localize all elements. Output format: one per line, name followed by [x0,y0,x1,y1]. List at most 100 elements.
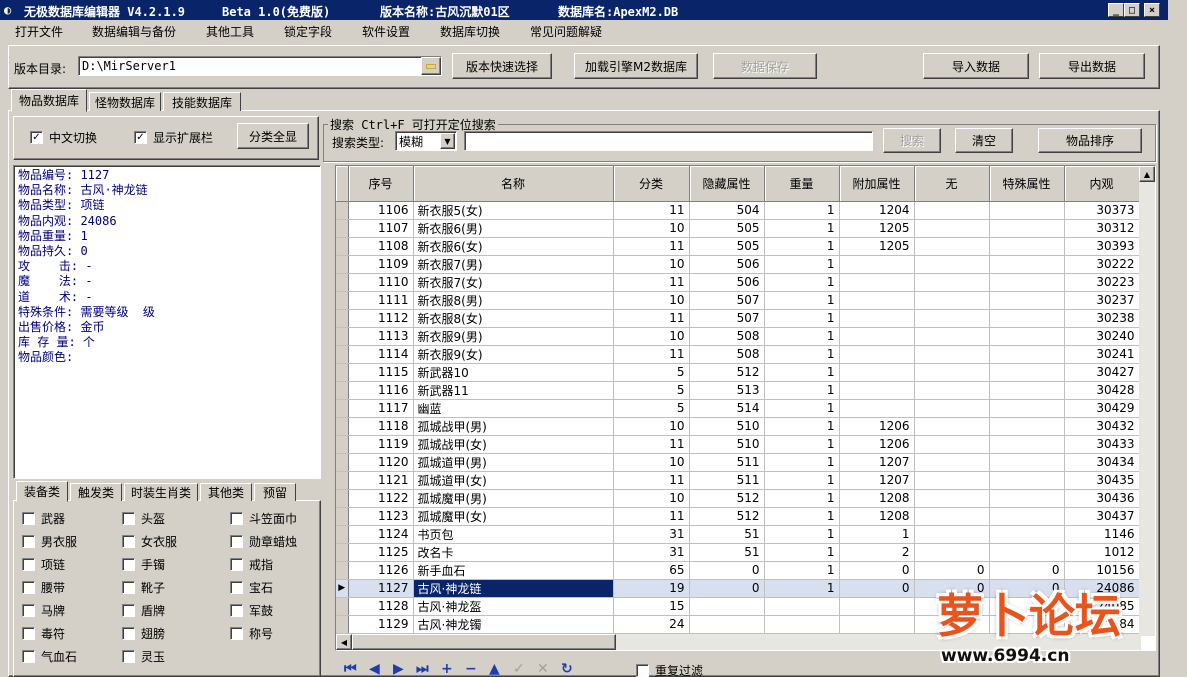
table-cell[interactable]: 512 [689,363,765,382]
search-type-select[interactable]: 模糊 ▼ [395,131,457,151]
table-cell[interactable] [914,381,990,400]
table-cell[interactable]: 510 [689,435,765,454]
table-row[interactable]: 1124 书页包 31 51 1 1 1146 [336,525,1140,544]
category-checkbox[interactable]: 手镯 [122,556,165,573]
table-cell[interactable] [989,471,1065,490]
tab-fashion[interactable]: 时装生肖类 [124,483,198,501]
table-cell[interactable] [764,597,840,616]
table-cell[interactable] [914,435,990,454]
table-cell[interactable] [839,345,915,364]
tab-reserved[interactable]: 预留 [254,483,296,501]
table-cell[interactable]: 1113 [348,327,414,346]
table-cell[interactable]: 1 [764,309,840,328]
table-cell[interactable] [839,327,915,346]
column-header[interactable]: 分类 [613,166,690,202]
table-cell[interactable]: 1 [764,579,840,598]
maximize-icon[interactable]: □ [1124,3,1140,17]
table-cell[interactable]: 10 [613,291,690,310]
table-cell[interactable] [914,525,990,544]
category-checkbox[interactable]: 翅膀 [122,625,165,642]
table-cell[interactable]: 新武器11 [413,381,614,400]
table-cell[interactable]: 1 [764,363,840,382]
table-cell[interactable]: 新衣服8(女) [413,309,614,328]
table-cell[interactable]: 1120 [348,453,414,472]
category-checkbox[interactable]: 戒指 [230,556,273,573]
table-cell[interactable]: 新衣服7(男) [413,255,614,274]
table-cell[interactable]: 1114 [348,345,414,364]
table-cell[interactable] [989,237,1065,256]
table-cell[interactable]: 1 [764,561,840,580]
table-cell[interactable]: 1124 [348,525,414,544]
table-cell[interactable]: 0 [689,561,765,580]
table-cell[interactable] [689,597,765,616]
tab-other[interactable]: 其他类 [200,483,252,501]
table-cell[interactable] [839,309,915,328]
column-header[interactable]: 无 [914,166,990,202]
last-record-icon[interactable]: ⏭ [416,661,429,677]
table-cell[interactable] [989,417,1065,436]
table-cell[interactable]: 1 [764,543,840,562]
table-cell[interactable]: 幽蓝 [413,399,614,418]
table-cell[interactable] [914,453,990,472]
menu-lock-fields[interactable]: 锁定字段 [284,23,332,40]
category-checkbox[interactable]: 称号 [230,625,273,642]
table-cell[interactable]: 1204 [839,201,915,220]
table-cell[interactable]: 51 [689,525,765,544]
table-cell[interactable]: 30222 [1064,255,1140,274]
table-row[interactable]: 1120 孤城道甲(男) 10 511 1 1207 30434 [336,453,1140,472]
table-cell[interactable]: 1111 [348,291,414,310]
table-cell[interactable]: 51 [689,543,765,562]
table-cell[interactable]: 新武器10 [413,363,614,382]
table-cell[interactable]: 1 [764,219,840,238]
category-checkbox[interactable]: 女衣服 [122,533,177,550]
table-cell[interactable]: 1 [764,471,840,490]
table-cell[interactable]: 改名卡 [413,543,614,562]
table-cell[interactable]: 0 [914,561,990,580]
table-cell[interactable]: 1 [764,201,840,220]
table-row[interactable]: 1108 新衣服6(女) 11 505 1 1205 30393 [336,237,1140,256]
table-cell[interactable]: 1 [764,345,840,364]
table-cell[interactable]: 1110 [348,273,414,292]
prior-record-icon[interactable]: ◀ [369,661,380,677]
category-checkbox[interactable]: 盾牌 [122,602,165,619]
table-cell[interactable] [914,363,990,382]
table-cell[interactable]: 孤城战甲(女) [413,435,614,454]
table-cell[interactable]: 1 [764,291,840,310]
table-cell[interactable]: 1123 [348,507,414,526]
table-cell[interactable]: 1 [764,273,840,292]
table-cell[interactable]: 30432 [1064,417,1140,436]
table-cell[interactable]: 1112 [348,309,414,328]
table-cell[interactable]: 506 [689,273,765,292]
column-header[interactable]: 内观 [1064,166,1140,202]
table-cell[interactable]: 10 [613,453,690,472]
table-cell[interactable]: 511 [689,453,765,472]
chevron-down-icon[interactable]: ▼ [440,133,455,149]
table-cell[interactable]: 新衣服8(男) [413,291,614,310]
table-cell[interactable] [989,291,1065,310]
sort-items-button[interactable]: 物品排序 [1038,128,1142,153]
table-row[interactable]: 1117 幽蓝 5 514 1 30429 [336,399,1140,418]
table-cell[interactable] [989,309,1065,328]
category-checkbox[interactable]: 头盔 [122,510,165,527]
table-cell[interactable]: 孤城魔甲(女) [413,507,614,526]
table-cell[interactable]: 1 [764,399,840,418]
menu-db-switch[interactable]: 数据库切换 [440,23,500,40]
dir-input[interactable]: D:\MirServer1 [78,56,442,76]
tab-skills[interactable]: 技能数据库 [163,92,241,111]
table-cell[interactable]: 1116 [348,381,414,400]
table-cell[interactable]: 1 [764,381,840,400]
table-cell[interactable] [989,435,1065,454]
table-cell[interactable]: 1122 [348,489,414,508]
column-header[interactable]: 重量 [764,166,840,202]
vertical-scrollbar[interactable]: ▲ [1139,166,1155,636]
menu-edit-backup[interactable]: 数据编辑与备份 [92,23,176,40]
table-cell[interactable]: 新衣服9(女) [413,345,614,364]
cancel-record-icon[interactable]: ✕ [537,661,549,677]
table-cell[interactable] [914,255,990,274]
category-checkbox[interactable]: 宝石 [230,579,273,596]
save-data-button[interactable]: 数据保存 [713,53,817,79]
category-checkbox[interactable]: 武器 [22,510,65,527]
table-cell[interactable]: 1206 [839,435,915,454]
category-checkbox[interactable]: 马牌 [22,602,65,619]
table-cell[interactable] [914,327,990,346]
